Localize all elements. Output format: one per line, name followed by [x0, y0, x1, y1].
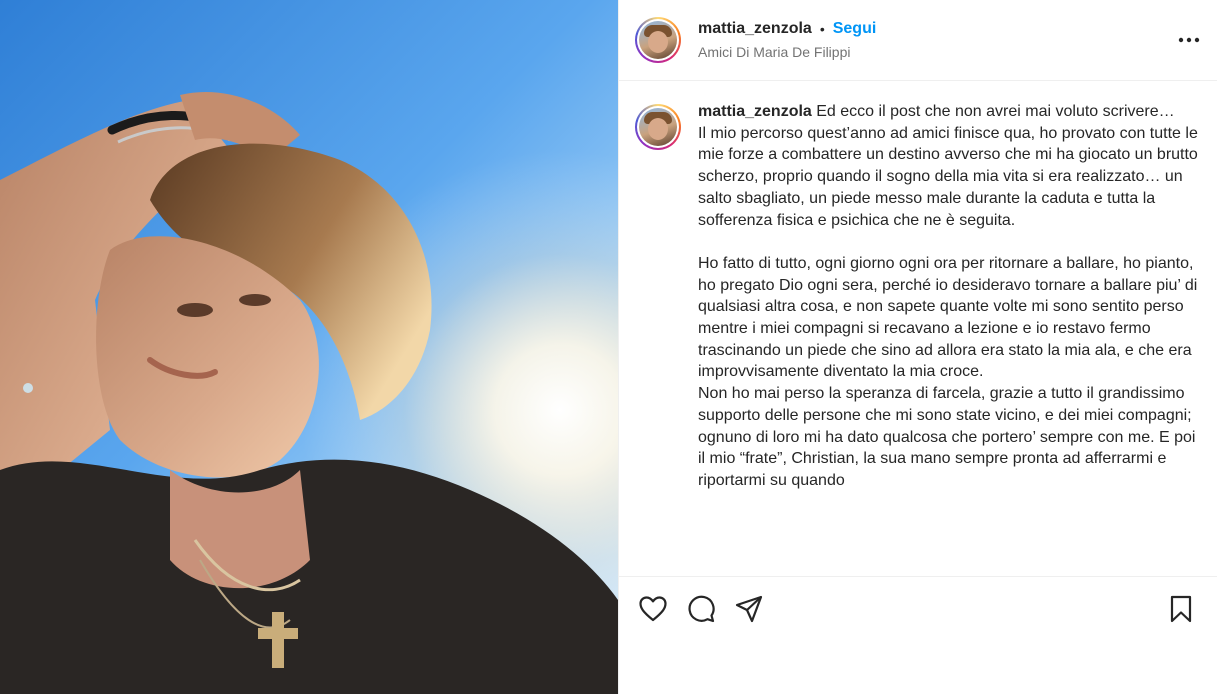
footer-space	[619, 640, 1217, 694]
header-text: mattia_zenzola • Segui Amici Di Maria De…	[698, 20, 876, 60]
location-link[interactable]: Amici Di Maria De Filippi	[698, 44, 876, 60]
share-icon[interactable]	[735, 595, 763, 623]
avatar[interactable]	[635, 17, 681, 63]
more-options-icon[interactable]	[1177, 28, 1201, 52]
action-bar	[619, 576, 1217, 640]
caption-text: mattia_zenzola Ed ecco il post che non a…	[698, 101, 1198, 576]
heart-icon[interactable]	[639, 595, 667, 623]
post-side-panel: mattia_zenzola • Segui Amici Di Maria De…	[618, 0, 1217, 694]
post-photo[interactable]	[0, 0, 618, 694]
comment-icon[interactable]	[687, 595, 715, 623]
bookmark-icon[interactable]	[1167, 595, 1195, 623]
username-link[interactable]: mattia_zenzola	[698, 20, 812, 38]
caption-avatar-image	[639, 108, 677, 146]
caption-username[interactable]: mattia_zenzola	[698, 103, 812, 120]
avatar-image	[639, 21, 677, 59]
post-header: mattia_zenzola • Segui Amici Di Maria De…	[619, 0, 1217, 81]
caption-avatar[interactable]	[635, 104, 681, 150]
caption-body-text: Ed ecco il post che non avrei mai voluto…	[698, 103, 1198, 489]
separator-dot: •	[819, 21, 825, 37]
selfie-illustration	[0, 0, 618, 694]
follow-button[interactable]: Segui	[833, 20, 877, 38]
caption-area[interactable]: mattia_zenzola Ed ecco il post che non a…	[619, 81, 1217, 576]
instagram-post: mattia_zenzola • Segui Amici Di Maria De…	[0, 0, 1217, 694]
